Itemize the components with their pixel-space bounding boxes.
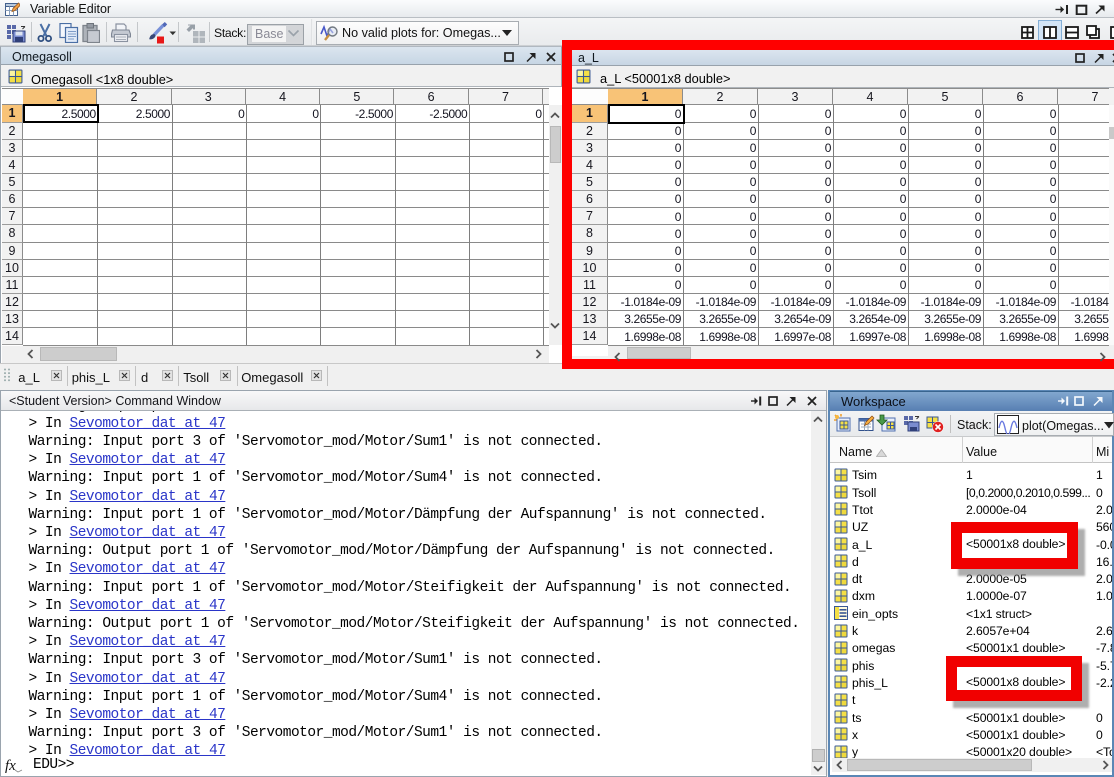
svg-text:fx: fx: [5, 758, 16, 773]
